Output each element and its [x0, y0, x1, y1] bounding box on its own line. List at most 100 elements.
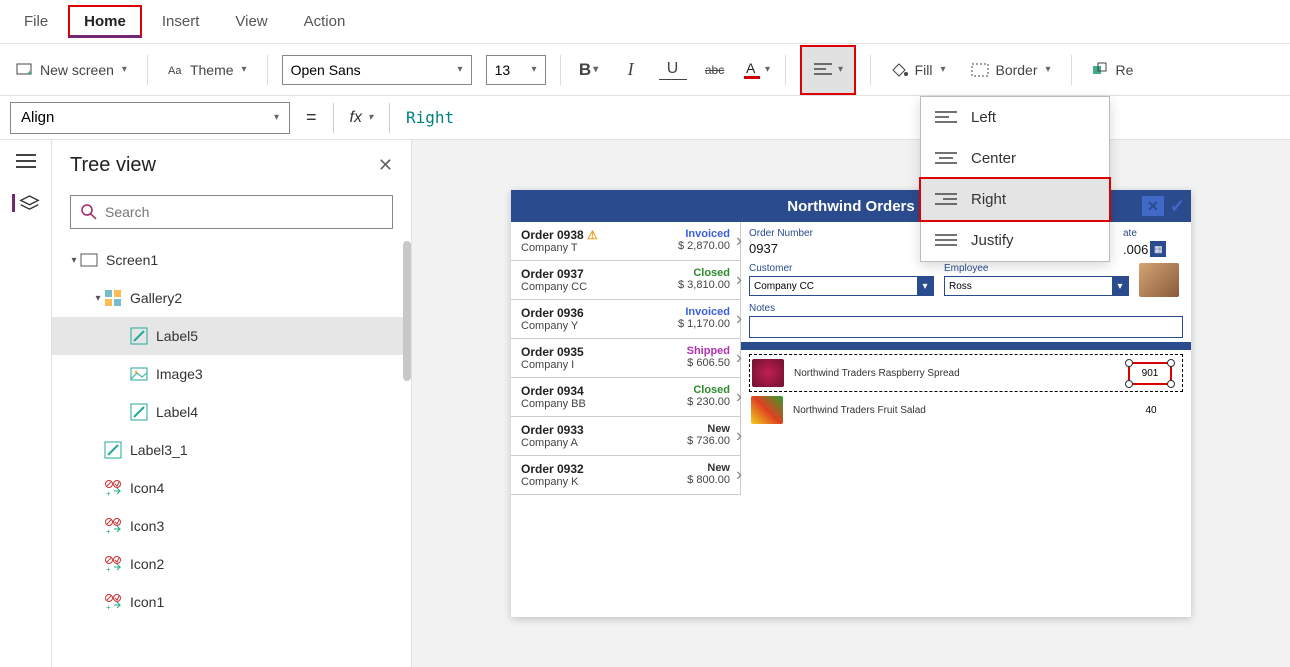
- close-icon[interactable]: ✕: [378, 155, 393, 176]
- resize-handle[interactable]: [1125, 380, 1133, 388]
- align-center-option[interactable]: Center: [921, 138, 1109, 179]
- line-item-selected[interactable]: Northwind Traders Raspberry Spread 901: [749, 354, 1183, 392]
- notes-input[interactable]: [749, 316, 1183, 338]
- tree-item-image3[interactable]: Image3: [52, 355, 411, 393]
- svg-text:+: +: [106, 565, 111, 573]
- align-left-label: Left: [971, 109, 996, 126]
- order-row[interactable]: Order 0938 ⚠Company TInvoiced$ 2,870.00›: [511, 222, 740, 261]
- label-icon: [130, 327, 148, 345]
- tree-item-icon1[interactable]: + Icon1: [52, 583, 411, 621]
- tree-label: Icon4: [130, 480, 164, 496]
- tree-item-icon2[interactable]: + Icon2: [52, 545, 411, 583]
- order-row[interactable]: Order 0934Company BBClosed$ 230.00›: [511, 378, 740, 417]
- align-justify-icon: [935, 233, 957, 249]
- tree-label: Gallery2: [130, 290, 182, 306]
- layers-icon[interactable]: [12, 194, 40, 212]
- chevron-right-icon: ›: [736, 387, 742, 408]
- menu-action[interactable]: Action: [288, 5, 362, 38]
- fill-button[interactable]: Fill ▾: [885, 58, 952, 82]
- resize-handle[interactable]: [1167, 380, 1175, 388]
- order-row[interactable]: Order 0937Company CCClosed$ 3,810.00›: [511, 261, 740, 300]
- align-left-option[interactable]: Left: [921, 97, 1109, 138]
- chevron-right-icon: ›: [736, 348, 742, 369]
- formula-value[interactable]: Right: [406, 108, 454, 127]
- border-button[interactable]: Border ▾: [965, 58, 1056, 82]
- employee-select[interactable]: Ross ▾: [944, 276, 1129, 296]
- qty-selected[interactable]: 901: [1128, 362, 1173, 385]
- tree-item-label5[interactable]: Label5: [52, 317, 411, 355]
- order-row[interactable]: Order 0932Company KNew$ 800.00›: [511, 456, 740, 495]
- align-left-icon: [935, 110, 957, 126]
- divider: [870, 55, 871, 85]
- customer-select[interactable]: Company CC▾: [749, 276, 934, 296]
- chevron-down-icon: ▾: [458, 64, 463, 75]
- font-size-select[interactable]: 13 ▾: [486, 55, 546, 85]
- equals-sign: =: [306, 107, 317, 128]
- align-right-icon: [935, 192, 957, 208]
- font-value: Open Sans: [291, 62, 361, 78]
- scrollbar[interactable]: [403, 241, 411, 381]
- menu-home[interactable]: Home: [68, 5, 142, 38]
- font-select[interactable]: Open Sans ▾: [282, 55, 472, 85]
- line-item[interactable]: Northwind Traders Fruit Salad 40: [749, 392, 1183, 428]
- property-select[interactable]: Align ▾: [10, 102, 290, 134]
- value-order-number: 0937: [749, 241, 926, 256]
- reorder-button[interactable]: Re: [1086, 58, 1140, 82]
- align-button[interactable]: ▾: [800, 45, 856, 95]
- search-input[interactable]: [105, 204, 382, 220]
- theme-button[interactable]: Aa Theme ▾: [162, 58, 253, 82]
- chevron-down-icon: ▾: [1112, 277, 1128, 295]
- order-row[interactable]: Order 0933Company ANew$ 736.00›: [511, 417, 740, 456]
- calendar-icon[interactable]: ▦: [1150, 241, 1166, 257]
- qty-value: 901: [1142, 368, 1159, 379]
- tree-item-screen1[interactable]: ▾ Screen1: [52, 241, 411, 279]
- font-color-button[interactable]: A▾: [743, 56, 771, 84]
- strikethrough-button[interactable]: abc: [701, 56, 729, 84]
- tree-item-icon3[interactable]: + Icon3: [52, 507, 411, 545]
- resize-handle[interactable]: [1125, 359, 1133, 367]
- menu-view[interactable]: View: [219, 5, 283, 38]
- ribbon: + New screen ▾ Aa Theme ▾ Open Sans ▾ 13…: [0, 44, 1290, 96]
- divider: [147, 55, 148, 85]
- label-icon: [104, 441, 122, 459]
- font-color-icon: A: [743, 60, 763, 80]
- tree-search[interactable]: [70, 195, 393, 229]
- theme-icon: Aa: [168, 63, 184, 77]
- align-center-label: Center: [971, 150, 1016, 167]
- italic-button[interactable]: I: [617, 56, 645, 84]
- employee-value: Ross: [949, 281, 972, 292]
- fill-icon: [891, 62, 909, 78]
- hamburger-icon[interactable]: [14, 152, 38, 170]
- menu-bar: File Home Insert View Action: [0, 0, 1290, 44]
- divider: [389, 103, 390, 133]
- underline-button[interactable]: U: [659, 60, 687, 80]
- label-date: ate: [1123, 228, 1183, 239]
- detail-separator: [741, 342, 1191, 350]
- tree-item-gallery2[interactable]: ▾ Gallery2: [52, 279, 411, 317]
- divider: [267, 55, 268, 85]
- align-justify-option[interactable]: Justify: [921, 220, 1109, 261]
- cancel-icon[interactable]: ✕: [1142, 196, 1164, 216]
- tree-item-label3-1[interactable]: Label3_1: [52, 431, 411, 469]
- tree-label: Label5: [156, 328, 198, 344]
- chevron-down-icon: ▾: [1046, 64, 1051, 75]
- order-row[interactable]: Order 0935Company IShipped$ 606.50›: [511, 339, 740, 378]
- tree-item-label4[interactable]: Label4: [52, 393, 411, 431]
- resize-handle[interactable]: [1167, 359, 1175, 367]
- bold-button[interactable]: B▾: [575, 56, 603, 84]
- size-value: 13: [495, 62, 511, 78]
- tree-label: Icon2: [130, 556, 164, 572]
- order-row[interactable]: Order 0936Company YInvoiced$ 1,170.00›: [511, 300, 740, 339]
- menu-file[interactable]: File: [8, 5, 64, 38]
- tree-item-icon4[interactable]: + Icon4: [52, 469, 411, 507]
- tree-label: Image3: [156, 366, 203, 382]
- menu-insert[interactable]: Insert: [146, 5, 216, 38]
- check-icon[interactable]: ✓: [1170, 196, 1185, 217]
- image-icon: [130, 365, 148, 383]
- align-right-option[interactable]: Right: [919, 177, 1111, 222]
- fx-button[interactable]: fx▾: [350, 109, 373, 127]
- align-justify-label: Justify: [971, 232, 1014, 249]
- label-customer: Customer: [749, 263, 934, 274]
- app-title-text: Northwind Orders: [787, 198, 915, 215]
- new-screen-button[interactable]: + New screen ▾: [10, 58, 133, 82]
